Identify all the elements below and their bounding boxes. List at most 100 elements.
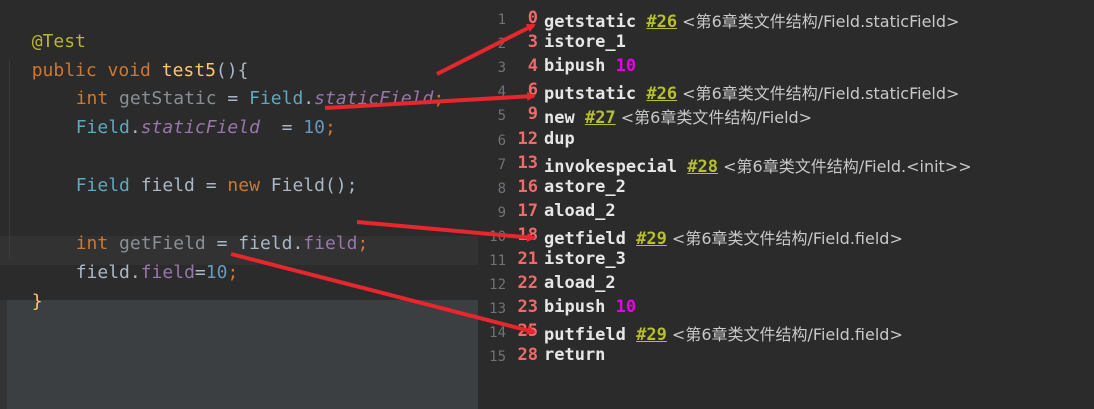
bytecode-row[interactable]: 9 17 aload_2 bbox=[478, 201, 1094, 225]
bytecode-row[interactable]: 1 0 getstatic #26 <第6章类文件结构/Field.staticFi… bbox=[478, 8, 1094, 32]
semicolon: ; bbox=[433, 88, 445, 109]
opcode: putfield bbox=[544, 325, 637, 346]
opcode: getstatic bbox=[544, 12, 647, 32]
instruction: istore_1 bbox=[544, 32, 626, 52]
constant-pool-ref-link[interactable]: #26 bbox=[646, 12, 677, 32]
bytecode-row[interactable]: 4 6 putstatic #26 <第6章类文件结构/Field.staticFi… bbox=[478, 80, 1094, 104]
instruction: invokespecial #28 <第6章类文件结构/Field.<init>… bbox=[544, 153, 972, 177]
opcode: istore_3 bbox=[544, 249, 626, 269]
opcode: aload_2 bbox=[544, 273, 616, 294]
line-number: 3 bbox=[497, 60, 506, 77]
bytecode-row[interactable]: 7 13 invokespecial #28 <第6章类文件结构/Field.<in… bbox=[478, 153, 1094, 177]
bytecode-row[interactable]: 6 12 dup bbox=[478, 129, 1094, 153]
opcode: astore_2 bbox=[544, 176, 626, 197]
bytecode-offset: 21 bbox=[517, 249, 538, 269]
bytecode-row[interactable]: 13 23 bipush 10 bbox=[478, 297, 1094, 321]
semicolon: ; bbox=[227, 262, 239, 283]
operand-number: 10 bbox=[615, 297, 637, 318]
bytecode-offset: 9 bbox=[527, 104, 538, 125]
line-number: 13 bbox=[489, 301, 506, 318]
instruction: bipush 10 bbox=[544, 297, 636, 317]
dot: . bbox=[292, 233, 304, 254]
number-literal: 10 bbox=[303, 117, 325, 138]
bytecode-row[interactable]: 15 28 return bbox=[478, 345, 1094, 369]
instruction: istore_3 bbox=[544, 249, 626, 269]
line-number: 9 bbox=[497, 204, 506, 221]
line-number: 15 bbox=[489, 349, 506, 366]
bytecode-row[interactable]: 2 3 istore_1 bbox=[478, 32, 1094, 56]
line-number: 2 bbox=[497, 36, 506, 53]
bytecode-row[interactable]: 11 21 istore_3 bbox=[478, 249, 1094, 273]
bytecode-offset: 12 bbox=[517, 128, 538, 149]
keyword-new: new bbox=[227, 175, 271, 196]
bytecode-row[interactable]: 14 25 putfield #29 <第6章类文件结构/Field.field> bbox=[478, 321, 1094, 345]
dot: . bbox=[129, 117, 141, 138]
bytecode-offset: 6 bbox=[527, 80, 538, 101]
static-field-name: staticField bbox=[140, 117, 260, 138]
constant-pool-ref-link[interactable]: #26 bbox=[646, 84, 677, 104]
constant-pool-ref-link[interactable]: #28 bbox=[687, 157, 718, 177]
bytecode-offset: 13 bbox=[517, 152, 538, 173]
constant-pool-ref-link[interactable]: #27 bbox=[585, 108, 616, 128]
instruction: aload_2 bbox=[544, 201, 616, 221]
editor-empty-area bbox=[0, 300, 478, 409]
opcode: aload_2 bbox=[544, 200, 616, 221]
ref-comment: <第6章类文件结构/Field.<init>> bbox=[718, 156, 972, 176]
instruction: dup bbox=[544, 129, 575, 149]
line-number: 14 bbox=[489, 325, 506, 342]
ref-comment: <第6章类文件结构/Field.field> bbox=[666, 228, 903, 248]
bytecode-offset: 4 bbox=[527, 56, 538, 77]
bytecode-offset: 28 bbox=[517, 345, 538, 366]
instruction: getstatic #26 <第6章类文件结构/Field.staticFiel… bbox=[544, 8, 959, 32]
bytecode-offset: 23 bbox=[517, 297, 538, 318]
code-line-put-field[interactable]: field.field=10; bbox=[54, 240, 239, 284]
line-number: 10 bbox=[489, 228, 506, 245]
opcode: putstatic bbox=[544, 84, 647, 105]
bytecode-row[interactable]: 10 18 getfield #29 <第6章类文件结构/Field.field> bbox=[478, 225, 1094, 249]
line-number: 1 bbox=[497, 12, 506, 28]
line-number: 12 bbox=[489, 277, 506, 294]
bytecode-row[interactable]: 5 9 new #27 <第6章类文件结构/Field> bbox=[478, 104, 1094, 128]
bytecode-offset: 25 bbox=[517, 321, 538, 342]
ref-comment: <第6章类文件结构/Field.staticField> bbox=[677, 12, 960, 31]
opcode: new bbox=[544, 108, 585, 129]
class-field: Field bbox=[75, 175, 130, 196]
code-line-close-brace[interactable]: } bbox=[10, 269, 43, 313]
bytecode-row[interactable]: 8 16 astore_2 bbox=[478, 177, 1094, 201]
assign-op: = bbox=[259, 117, 304, 138]
object-field: field bbox=[238, 233, 293, 254]
instruction: new #27 <第6章类文件结构/Field> bbox=[544, 104, 812, 128]
number-literal: 10 bbox=[205, 262, 228, 283]
dot: . bbox=[129, 262, 141, 283]
operand-number: 10 bbox=[615, 56, 637, 77]
bytecode-offset: 18 bbox=[517, 224, 538, 245]
instruction: astore_2 bbox=[544, 177, 626, 197]
constant-pool-ref-link[interactable]: #29 bbox=[636, 229, 667, 249]
code-line-put-static[interactable]: Field.staticField = 10; bbox=[54, 95, 336, 139]
instruction: getfield #29 <第6章类文件结构/Field.field> bbox=[544, 225, 903, 249]
instance-field-name: field bbox=[140, 262, 195, 283]
instruction: bipush 10 bbox=[544, 56, 636, 76]
editor-gutter-strip bbox=[0, 300, 7, 409]
opcode: dup bbox=[544, 128, 575, 149]
indent-guide bbox=[9, 60, 10, 260]
semicolon: ; bbox=[324, 117, 336, 138]
instruction: aload_2 bbox=[544, 273, 616, 293]
instruction: putstatic #26 <第6章类文件结构/Field.staticFiel… bbox=[544, 80, 959, 104]
code-line-new-field[interactable]: Field field = new Field(); bbox=[54, 153, 358, 197]
close-brace: } bbox=[31, 291, 43, 312]
line-number: 6 bbox=[497, 132, 506, 149]
opcode: getfield bbox=[544, 228, 637, 249]
bytecode-offset: 3 bbox=[527, 32, 538, 53]
constructor-call: Field(); bbox=[270, 175, 358, 196]
semicolon: ; bbox=[357, 233, 369, 254]
bytecode-row[interactable]: 3 4 bipush 10 bbox=[478, 56, 1094, 80]
opcode: return bbox=[544, 345, 606, 366]
line-number: 4 bbox=[497, 84, 506, 101]
bytecode-offset: 0 bbox=[527, 8, 538, 28]
class-field: Field bbox=[75, 117, 130, 138]
ref-comment: <第6章类文件结构/Field.field> bbox=[666, 325, 903, 345]
bytecode-row[interactable]: 12 22 aload_2 bbox=[478, 273, 1094, 297]
constant-pool-ref-link[interactable]: #29 bbox=[636, 325, 667, 345]
instruction: putfield #29 <第6章类文件结构/Field.field> bbox=[544, 321, 903, 345]
